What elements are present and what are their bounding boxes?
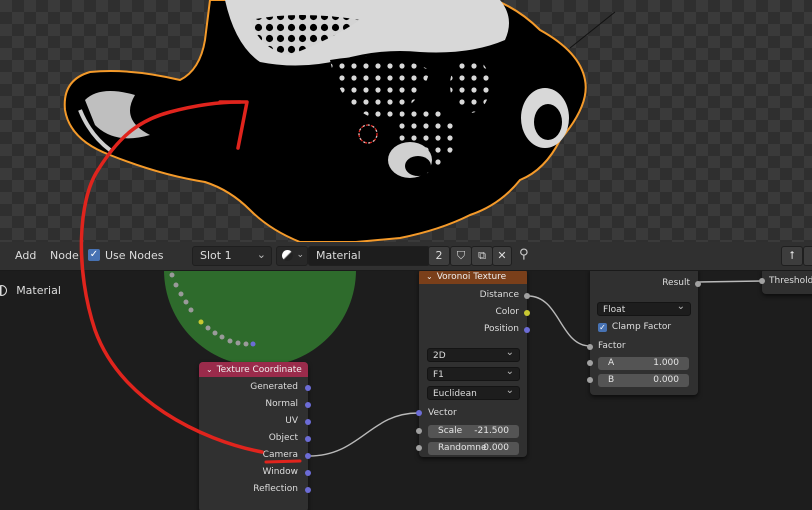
use-nodes-label: Use Nodes bbox=[105, 249, 164, 262]
texcoord-output-window: Window bbox=[262, 467, 299, 477]
viewport-render bbox=[63, 0, 616, 242]
texcoord-title: Texture Coordinate bbox=[216, 365, 302, 375]
material-slot-item[interactable]: Material bbox=[0, 284, 61, 297]
randomness-label: Randomne bbox=[438, 443, 487, 453]
voronoi-output-distance: Distance bbox=[479, 290, 519, 300]
a-field[interactable]: A 1.000 bbox=[598, 357, 689, 370]
feature-dropdown[interactable]: F1 bbox=[427, 365, 520, 381]
chevron-down-icon: ⌄ bbox=[256, 248, 266, 261]
socket-reflection[interactable] bbox=[305, 487, 311, 493]
close-icon: ✕ bbox=[497, 249, 507, 262]
node-preview-circle bbox=[164, 270, 356, 366]
randomness-value: 0.000 bbox=[483, 443, 509, 453]
unlink-button[interactable]: ✕ bbox=[492, 246, 512, 266]
socket-distance[interactable] bbox=[524, 293, 530, 299]
clamp-label: Clamp Factor bbox=[611, 322, 672, 332]
socket-randomness-in[interactable] bbox=[416, 445, 422, 451]
texcoord-output-normal: Normal bbox=[265, 399, 298, 409]
material-label: Material bbox=[16, 284, 61, 297]
collapse-chevron-icon[interactable]: ⌄ bbox=[206, 365, 213, 374]
voronoi-output-position: Position bbox=[483, 324, 519, 334]
texture-coordinate-node[interactable]: ⌄ Texture Coordinate Generated Normal UV … bbox=[199, 362, 311, 510]
shield-icon: ⛉ bbox=[456, 249, 466, 262]
map-range-output-result: Result bbox=[662, 278, 690, 288]
shader-node-editor[interactable]: Material ⌄ Texture Coordinate Generated N… bbox=[0, 242, 812, 510]
voronoi-node-header[interactable]: ⌄ Voronoi Texture bbox=[419, 269, 527, 284]
texcoord-output-reflection: Reflection bbox=[253, 484, 298, 494]
socket-a-in[interactable] bbox=[587, 360, 593, 366]
a-label: A bbox=[608, 358, 615, 368]
texcoord-output-uv: UV bbox=[285, 416, 298, 426]
distance-metric-dropdown[interactable]: Euclidean bbox=[427, 384, 520, 400]
a-value: 1.000 bbox=[653, 358, 679, 368]
threshold-label: Threshold bbox=[769, 276, 812, 286]
copy-icon: ⧉ bbox=[478, 249, 486, 262]
socket-window[interactable] bbox=[305, 470, 311, 476]
slot-label: Slot 1 bbox=[200, 249, 232, 262]
clamp-factor-row[interactable]: ✓ Clamp Factor bbox=[598, 322, 671, 333]
map-range-node[interactable]: Result Float ✓ Clamp Factor Factor A 1.0… bbox=[587, 267, 701, 395]
node-menu[interactable]: Node bbox=[50, 249, 79, 262]
texcoord-output-camera: Camera bbox=[262, 450, 298, 460]
b-label: B bbox=[608, 375, 615, 385]
map-range-input-factor: Factor bbox=[598, 341, 626, 351]
socket-scale-in[interactable] bbox=[416, 428, 422, 434]
socket-factor-in[interactable] bbox=[587, 344, 593, 350]
voronoi-input-vector: Vector bbox=[428, 408, 457, 418]
link-distance-factor bbox=[527, 295, 591, 347]
add-menu[interactable]: Add bbox=[15, 249, 36, 262]
socket-threshold-in[interactable] bbox=[759, 278, 765, 284]
b-value: 0.000 bbox=[653, 375, 679, 385]
3d-viewport[interactable] bbox=[0, 0, 812, 242]
texcoord-output-object: Object bbox=[268, 433, 298, 443]
duplicate-button[interactable]: ⧉ bbox=[471, 246, 493, 266]
user-count-button[interactable]: 2 bbox=[428, 246, 450, 266]
socket-position[interactable] bbox=[524, 327, 530, 333]
slot-dropdown[interactable]: Slot 1 ⌄ bbox=[192, 246, 272, 266]
data-type-dropdown[interactable]: Float bbox=[597, 300, 691, 316]
dimensions-dropdown[interactable]: 2D bbox=[427, 346, 520, 362]
scale-value: -21.500 bbox=[474, 426, 509, 436]
material-sphere-icon bbox=[0, 285, 7, 296]
arrow-up-icon: ⭡ bbox=[789, 249, 795, 262]
socket-b-in[interactable] bbox=[587, 377, 593, 383]
voronoi-output-color: Color bbox=[495, 307, 520, 317]
material-name: Material bbox=[316, 249, 361, 262]
b-field[interactable]: B 0.000 bbox=[598, 374, 689, 387]
material-browse-button[interactable]: ⌄ bbox=[276, 246, 308, 266]
use-nodes-checkbox[interactable]: ✓ bbox=[88, 249, 100, 261]
parent-node-tree-button[interactable]: ⭡ bbox=[781, 246, 803, 266]
pin-icon[interactable]: ⚲ bbox=[519, 247, 529, 262]
voronoi-texture-node[interactable]: ⌄ Voronoi Texture Distance Color Position… bbox=[416, 269, 530, 457]
socket-generated[interactable] bbox=[305, 385, 311, 391]
socket-result[interactable] bbox=[695, 281, 701, 287]
texcoord-output-generated: Generated bbox=[250, 382, 298, 392]
socket-normal[interactable] bbox=[305, 402, 311, 408]
threshold-node[interactable]: Threshold bbox=[759, 268, 812, 294]
material-name-field[interactable]: Material bbox=[308, 246, 430, 266]
scale-field[interactable]: Scale -21.500 bbox=[428, 425, 519, 438]
chevron-down-icon: ⌄ bbox=[296, 250, 304, 260]
socket-color[interactable] bbox=[524, 310, 530, 316]
clamp-checkbox[interactable]: ✓ bbox=[598, 322, 607, 332]
voronoi-title: Voronoi Texture bbox=[436, 272, 507, 282]
socket-vector-in[interactable] bbox=[416, 410, 422, 416]
material-sphere-icon bbox=[282, 250, 293, 261]
randomness-field[interactable]: Randomne 0.000 bbox=[428, 442, 519, 455]
texcoord-node-header[interactable]: ⌄ Texture Coordinate bbox=[199, 362, 308, 377]
node-editor-header: Add Node ✓ Use Nodes Slot 1 ⌄ ⌄ Material… bbox=[0, 242, 812, 271]
socket-object[interactable] bbox=[305, 436, 311, 442]
fake-user-button[interactable]: ⛉ bbox=[450, 246, 472, 266]
collapse-chevron-icon[interactable]: ⌄ bbox=[426, 272, 433, 281]
socket-camera[interactable] bbox=[305, 453, 311, 459]
scale-label: Scale bbox=[438, 426, 463, 436]
socket-uv[interactable] bbox=[305, 419, 311, 425]
header-button-partial[interactable] bbox=[803, 246, 812, 266]
link-camera-vector bbox=[308, 412, 419, 457]
link-result-threshold bbox=[697, 280, 763, 283]
